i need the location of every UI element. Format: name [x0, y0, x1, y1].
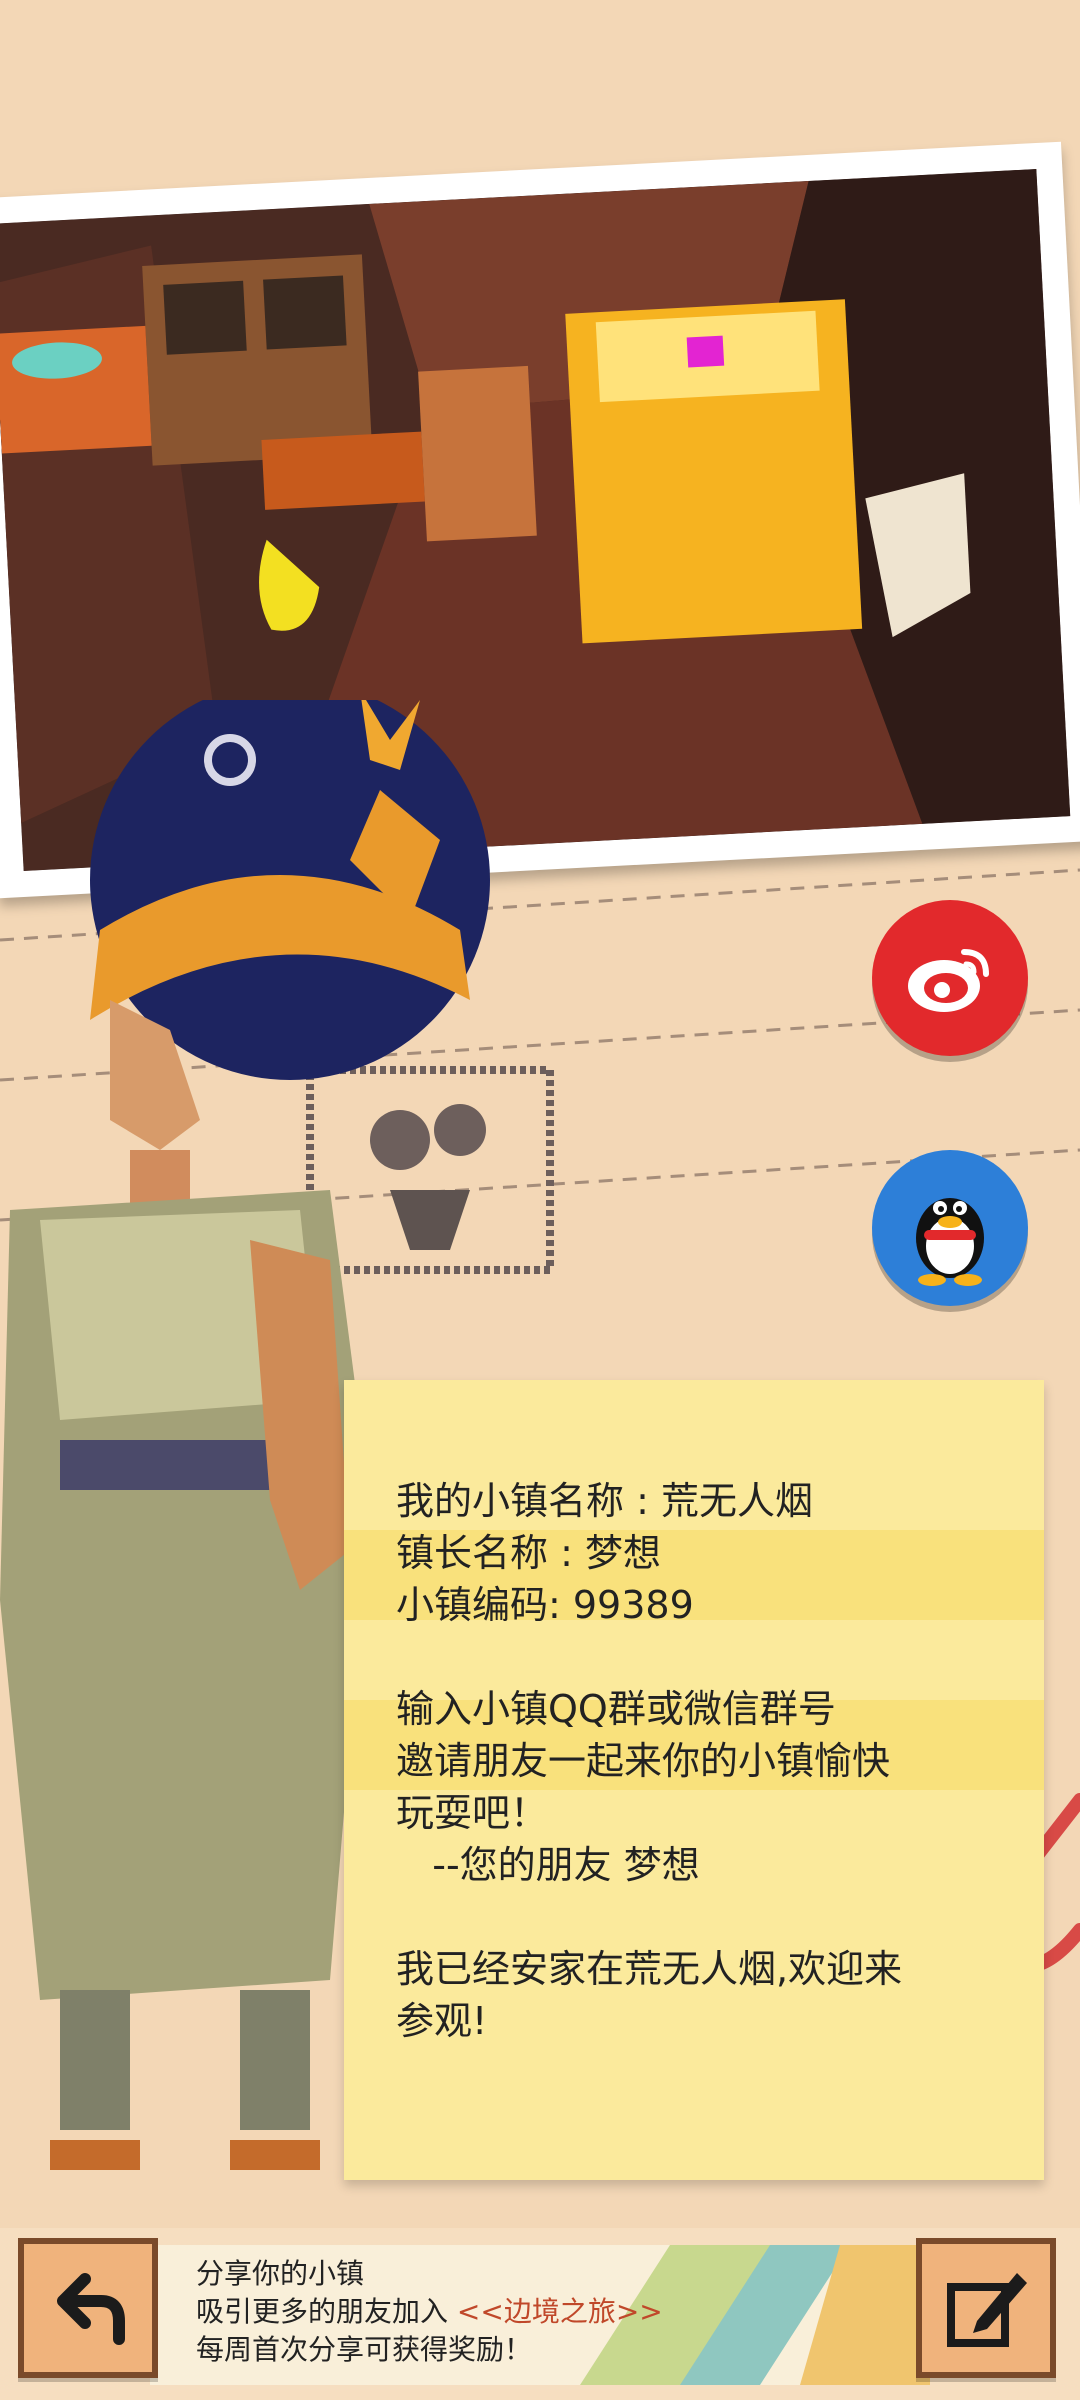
qq-share-button[interactable]: [872, 1150, 1028, 1306]
note-line-blank: [396, 1891, 1014, 1943]
note-line-town-code: 小镇编码: 99389: [396, 1583, 694, 1627]
note-text: 我的小镇名称 : 荒无人烟 镇长名称 : 梦想 小镇编码: 99389 输入小镇…: [396, 1475, 1014, 2047]
share-title: 分享你的小镇: [196, 2257, 365, 2290]
edit-button[interactable]: [916, 2238, 1056, 2378]
note-line-signature: --您的朋友 梦想: [396, 1843, 700, 1887]
note-line-town-name: 我的小镇名称 : 荒无人烟: [396, 1479, 813, 1523]
game-name-link: <<边境之旅>>: [456, 2295, 663, 2328]
back-button[interactable]: [18, 2238, 158, 2378]
note-line-invite-2: 邀请朋友一起来你的小镇愉快: [396, 1739, 891, 1783]
note-line-invite-3: 玩耍吧！: [396, 1791, 549, 1835]
share-invite-prefix: 吸引更多的朋友加入: [196, 2295, 457, 2328]
town-info-note: 我的小镇名称 : 荒无人烟 镇长名称 : 梦想 小镇编码: 99389 输入小镇…: [344, 1380, 1044, 2180]
note-line-welcome-1: 我已经安家在荒无人烟,欢迎来: [396, 1947, 903, 1991]
share-reward-line: 每周首次分享可获得奖励！: [196, 2333, 533, 2366]
note-line-welcome-2: 参观!: [396, 1999, 488, 2043]
share-banner-text: 分享你的小镇 吸引更多的朋友加入 <<边境之旅>> 每周首次分享可获得奖励！: [196, 2255, 663, 2369]
share-invite-line: 吸引更多的朋友加入 <<边境之旅>>: [196, 2293, 663, 2331]
edit-pencil-icon: [947, 2273, 1027, 2347]
note-line-mayor-name: 镇长名称 : 梦想: [396, 1531, 661, 1575]
weibo-icon: [908, 949, 989, 1012]
note-line-invite-1: 输入小镇QQ群或微信群号: [396, 1687, 836, 1731]
qq-penguin-icon: [916, 1198, 984, 1286]
weibo-share-button[interactable]: [872, 900, 1028, 1056]
back-arrow-icon: [57, 2273, 125, 2345]
note-line-blank: [396, 1631, 1014, 1683]
